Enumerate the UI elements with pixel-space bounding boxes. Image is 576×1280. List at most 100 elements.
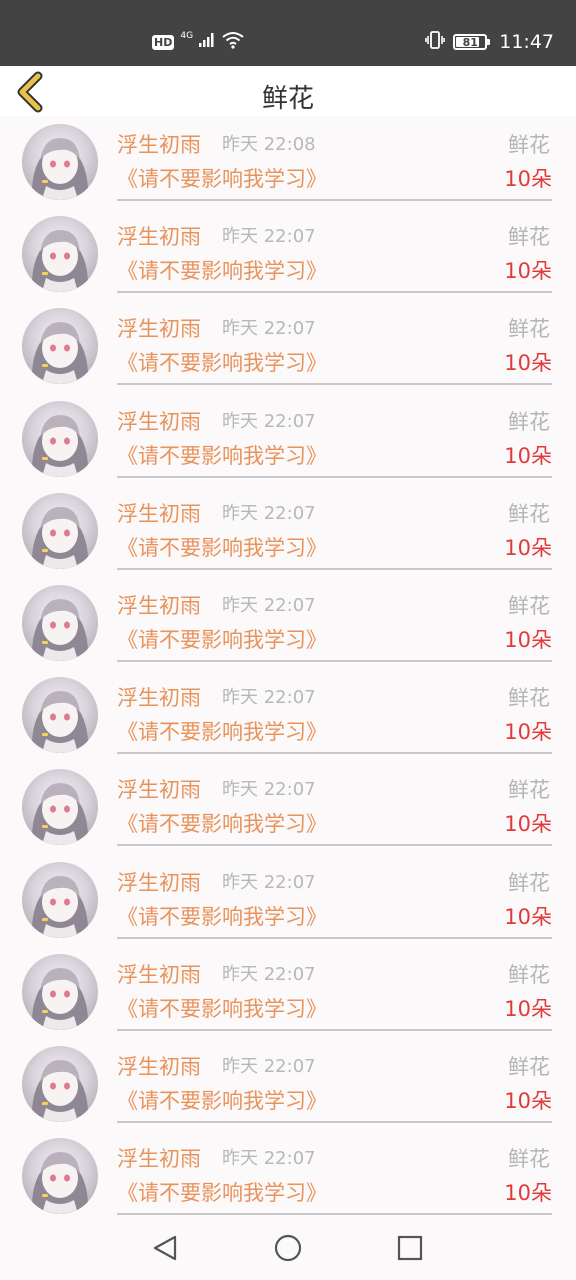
avatar[interactable] [22,216,98,293]
gift-type: 鲜花 [508,1147,550,1172]
row-divider [117,475,552,478]
send-time: 昨天 22:07 [222,502,316,524]
gift-type: 鲜花 [508,593,550,618]
book-title[interactable]: 《请不要影响我学习》 [117,810,327,838]
nav-back-button[interactable] [148,1230,184,1266]
vibrate-icon [425,30,446,54]
book-title[interactable]: 《请不要影响我学习》 [117,1179,327,1207]
sender-name[interactable]: 浮生初雨 [117,961,201,989]
avatar[interactable] [22,124,98,200]
gift-count: 10朵 [504,627,552,652]
list-item[interactable]: 浮生初雨 昨天 22:07 鲜花 《请不要影响我学习》 10朵 [0,854,576,946]
list-item[interactable]: 浮生初雨 昨天 22:07 鲜花 《请不要影响我学习》 10朵 [0,761,576,853]
row-divider [117,199,552,201]
book-title[interactable]: 《请不要影响我学习》 [117,718,327,746]
book-title[interactable]: 《请不要影响我学习》 [117,442,327,470]
gift-count: 10朵 [504,1088,552,1113]
send-time: 昨天 22:07 [222,779,316,801]
avatar[interactable] [22,953,98,1030]
book-title[interactable]: 《请不要影响我学习》 [117,534,327,562]
list-item[interactable]: 浮生初雨 昨天 22:07 鲜花 《请不要影响我学习》 10朵 [0,1130,576,1222]
gift-count: 10朵 [504,904,552,929]
sender-name[interactable]: 浮生初雨 [117,408,201,436]
gift-count: 10朵 [504,167,552,191]
clock: 11:47 [499,31,554,53]
gift-type: 鲜花 [508,778,550,803]
list-item[interactable]: 浮生初雨 昨天 22:07 鲜花 《请不要影响我学习》 10朵 [0,300,576,392]
sender-name[interactable]: 浮生初雨 [117,315,201,343]
avatar-illustration [31,230,89,293]
avatar[interactable] [22,584,98,661]
gift-count: 10朵 [504,259,552,284]
page-title: 鲜花 [261,84,314,114]
avatar[interactable] [22,492,98,569]
sender-name[interactable]: 浮生初雨 [117,684,201,712]
book-title[interactable]: 《请不要影响我学习》 [117,903,327,931]
avatar[interactable] [22,308,98,385]
list-item[interactable]: 浮生初雨 昨天 22:07 鲜花 《请不要影响我学习》 10朵 [0,669,576,761]
row-divider [117,936,552,939]
send-time: 昨天 22:07 [222,963,316,985]
list-item[interactable]: 浮生初雨 昨天 22:07 鲜花 《请不要影响我学习》 10朵 [0,485,576,577]
avatar-illustration [31,598,89,661]
book-title[interactable]: 《请不要影响我学习》 [117,349,327,377]
avatar-illustration [31,875,89,938]
avatar[interactable] [22,769,98,846]
book-title[interactable]: 《请不要影响我学习》 [117,1087,327,1115]
send-time: 昨天 22:07 [222,871,316,893]
gift-record-list[interactable]: 浮生初雨 昨天 22:08 鲜花 《请不要影响我学习》 10朵 浮生初雨 昨天 … [0,116,576,1222]
avatar[interactable] [22,400,98,477]
book-title[interactable]: 《请不要影响我学习》 [117,165,327,193]
avatar-illustration [31,414,89,477]
sender-name[interactable]: 浮生初雨 [117,869,201,897]
list-item[interactable]: 浮生初雨 昨天 22:07 鲜花 《请不要影响我学习》 10朵 [0,1038,576,1130]
avatar-illustration [31,1152,89,1215]
avatar-illustration [31,967,89,1030]
sender-name[interactable]: 浮生初雨 [117,592,201,620]
sender-name[interactable]: 浮生初雨 [117,1053,201,1081]
send-time: 昨天 22:07 [222,594,316,616]
avatar-illustration [31,691,89,754]
back-triangle-icon [153,1235,177,1261]
nav-recents-button[interactable] [392,1230,428,1266]
send-time: 昨天 22:07 [222,1148,316,1170]
gift-type: 鲜花 [508,317,550,342]
avatar-illustration [31,1059,89,1122]
list-item[interactable]: 浮生初雨 昨天 22:07 鲜花 《请不要影响我学习》 10朵 [0,577,576,669]
row-divider [117,844,552,847]
list-item[interactable]: 浮生初雨 昨天 22:07 鲜花 《请不要影响我学习》 10朵 [0,208,576,300]
sender-name[interactable]: 浮生初雨 [117,776,201,804]
status-bar: HD 4G 81 11:47 [0,0,576,66]
row-divider [117,752,552,755]
sender-name[interactable]: 浮生初雨 [117,223,201,251]
row-divider [117,1028,552,1031]
status-icons-right: 81 11:47 [425,28,554,56]
nav-home-button[interactable] [270,1230,306,1266]
send-time: 昨天 22:07 [222,226,316,248]
row-divider [117,659,552,662]
sender-name[interactable]: 浮生初雨 [117,1145,201,1173]
avatar[interactable] [22,861,98,938]
gift-count: 10朵 [504,996,552,1021]
list-item[interactable]: 浮生初雨 昨天 22:08 鲜花 《请不要影响我学习》 10朵 [0,116,576,208]
list-item[interactable]: 浮生初雨 昨天 22:07 鲜花 《请不要影响我学习》 10朵 [0,393,576,485]
network-type: 4G [180,31,194,41]
book-title[interactable]: 《请不要影响我学习》 [117,995,327,1023]
gift-type: 鲜花 [508,409,550,434]
avatar-illustration [31,783,89,846]
avatar[interactable] [22,677,98,754]
avatar-illustration [31,506,89,569]
send-time: 昨天 22:07 [222,1055,316,1077]
sender-name[interactable]: 浮生初雨 [117,131,201,159]
book-title[interactable]: 《请不要影响我学习》 [117,257,327,285]
send-time: 昨天 22:07 [222,318,316,340]
gift-type: 鲜花 [508,501,550,526]
book-title[interactable]: 《请不要影响我学习》 [117,626,327,654]
avatar[interactable] [22,1045,98,1122]
sender-name[interactable]: 浮生初雨 [117,500,201,528]
list-item[interactable]: 浮生初雨 昨天 22:07 鲜花 《请不要影响我学习》 10朵 [0,946,576,1038]
gift-count: 10朵 [504,812,552,837]
avatar[interactable] [22,1138,98,1215]
row-divider [117,1120,552,1123]
hd-badge: HD [152,34,175,50]
